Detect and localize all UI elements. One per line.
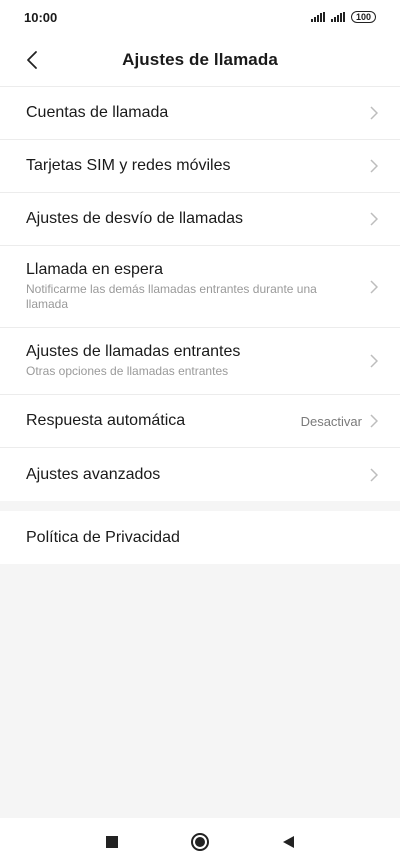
privacy-policy-label: Política de Privacidad bbox=[26, 528, 180, 546]
status-bar: 10:00 100 bbox=[0, 0, 400, 34]
settings-item-value: Desactivar bbox=[300, 413, 362, 429]
settings-item-label: Tarjetas SIM y redes móviles bbox=[26, 157, 231, 174]
settings-item-label: Cuentas de llamada bbox=[26, 104, 169, 121]
settings-item-incoming-calls[interactable]: Ajustes de llamadas entrantes Otras opci… bbox=[0, 328, 400, 395]
settings-item-label: Llamada en espera bbox=[26, 261, 163, 278]
system-nav-bar bbox=[0, 818, 400, 866]
settings-item-advanced[interactable]: Ajustes avanzados bbox=[0, 448, 400, 501]
chevron-right-icon bbox=[370, 353, 380, 369]
settings-item-subtitle: Notificarme las demás llamadas entrantes… bbox=[26, 282, 317, 311]
settings-item-subtitle: Otras opciones de llamadas entrantes bbox=[26, 364, 229, 378]
recents-button[interactable] bbox=[100, 830, 124, 854]
status-icons: 100 bbox=[310, 11, 376, 23]
privacy-section: Política de Privacidad bbox=[0, 511, 400, 564]
settings-item-call-accounts[interactable]: Cuentas de llamada bbox=[0, 87, 400, 140]
battery-level: 100 bbox=[355, 12, 371, 22]
settings-item-sim-cards[interactable]: Tarjetas SIM y redes móviles bbox=[0, 140, 400, 193]
signal-icon-2 bbox=[330, 12, 345, 22]
chevron-right-icon bbox=[370, 413, 380, 429]
settings-item-call-forwarding[interactable]: Ajustes de desvío de llamadas bbox=[0, 193, 400, 246]
settings-list: Cuentas de llamada Tarjetas SIM y redes … bbox=[0, 87, 400, 501]
home-button[interactable] bbox=[188, 830, 212, 854]
chevron-right-icon bbox=[370, 158, 380, 174]
battery-icon: 100 bbox=[350, 11, 376, 23]
triangle-back-icon bbox=[283, 836, 294, 848]
settings-item-auto-answer[interactable]: Respuesta automática Desactivar bbox=[0, 395, 400, 448]
settings-item-label: Respuesta automática bbox=[26, 412, 186, 429]
chevron-right-icon bbox=[370, 211, 380, 227]
circle-home-icon bbox=[191, 833, 209, 851]
section-divider bbox=[0, 501, 400, 511]
back-nav-button[interactable] bbox=[276, 830, 300, 854]
settings-item-label: Ajustes avanzados bbox=[26, 465, 161, 483]
square-recents-icon bbox=[106, 836, 118, 848]
chevron-right-icon bbox=[370, 105, 380, 121]
settings-item-label: Ajustes de llamadas entrantes bbox=[26, 343, 241, 360]
settings-item-call-waiting[interactable]: Llamada en espera Notificarme las demás … bbox=[0, 246, 400, 328]
app-bar: Ajustes de llamada bbox=[0, 34, 400, 87]
signal-icon bbox=[310, 12, 325, 22]
back-arrow-icon bbox=[27, 51, 37, 69]
chevron-right-icon bbox=[370, 467, 380, 483]
page-title: Ajustes de llamada bbox=[122, 50, 278, 69]
status-time: 10:00 bbox=[24, 9, 58, 25]
privacy-policy-item[interactable]: Política de Privacidad bbox=[0, 511, 400, 564]
chevron-right-icon bbox=[370, 279, 380, 295]
settings-item-label: Ajustes de desvío de llamadas bbox=[26, 210, 244, 227]
back-button[interactable] bbox=[18, 46, 46, 74]
